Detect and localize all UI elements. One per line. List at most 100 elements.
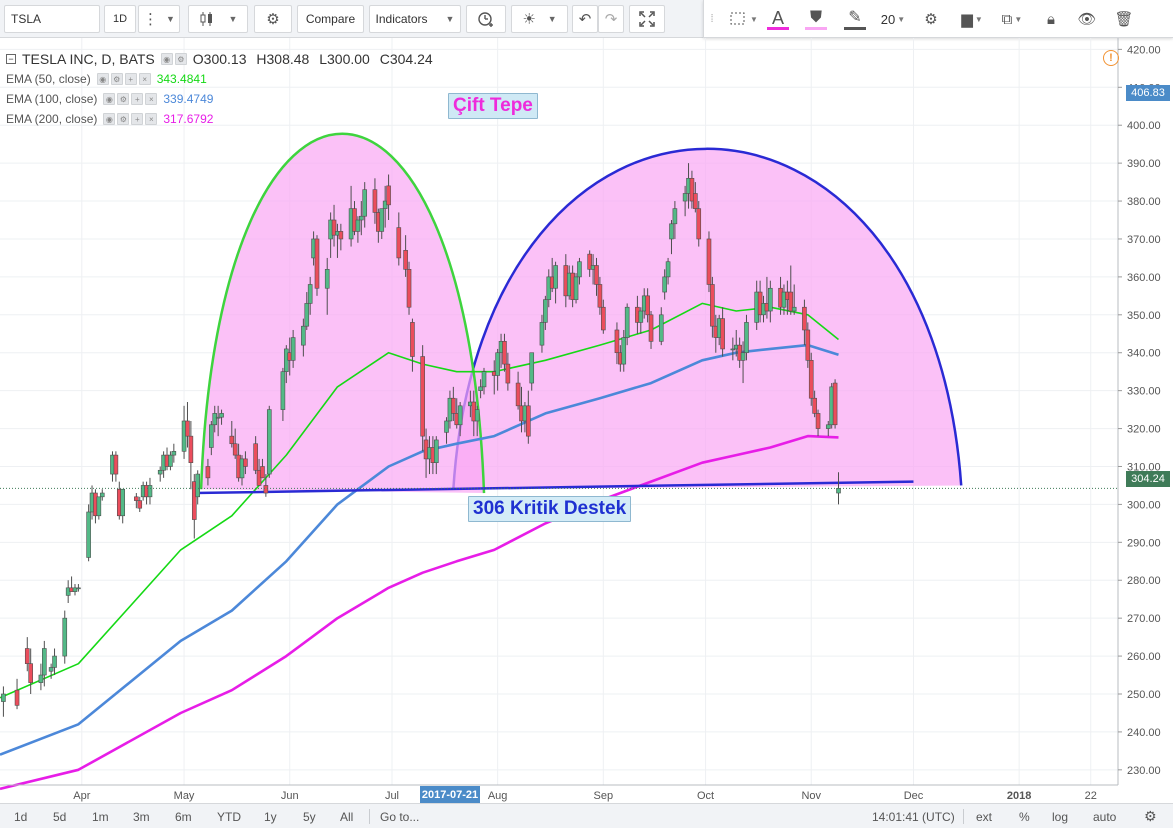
symbol-input[interactable]: TSLA	[4, 5, 100, 33]
range-all[interactable]: All	[340, 808, 353, 825]
candle-body	[451, 397, 456, 414]
log-toggle[interactable]: log	[1052, 808, 1068, 825]
candle-body	[706, 238, 712, 285]
candle-body	[662, 276, 667, 293]
font-size-dropdown[interactable]: 20 ▼	[877, 6, 909, 32]
candle-body	[825, 424, 831, 429]
range-6m[interactable]: 6m	[175, 808, 192, 825]
candle-body	[836, 488, 841, 494]
more-icon[interactable]: +	[124, 73, 137, 85]
percent-toggle[interactable]: %	[1019, 808, 1030, 825]
gear-icon[interactable]: ⚙	[110, 73, 123, 85]
candle-body	[406, 269, 412, 308]
candle-body	[791, 306, 797, 312]
candle-body	[553, 265, 558, 289]
support-annotation[interactable]: 306 Kritik Destek	[468, 496, 632, 522]
lock-button[interactable]: 🔒︎	[1036, 6, 1066, 32]
close-icon[interactable]: ×	[145, 113, 158, 125]
visibility-button[interactable]: 👁︎	[1072, 6, 1102, 32]
text-color-swatch	[767, 26, 789, 30]
candle-body	[14, 689, 20, 706]
close-icon[interactable]: ×	[145, 93, 158, 105]
candle-body	[672, 208, 678, 225]
fill-color-icon: ⛊	[809, 8, 822, 26]
close-icon[interactable]: ×	[138, 73, 151, 85]
chevron-down-icon: ▼	[974, 14, 983, 24]
delete-button[interactable]: 🗑︎	[1109, 6, 1139, 32]
candle-body	[396, 227, 402, 259]
candle-body	[539, 322, 545, 346]
close-value: C304.24	[379, 51, 433, 67]
gear-icon[interactable]: ⚙	[1144, 808, 1157, 825]
compare-label: Compare	[305, 12, 356, 26]
collapse-icon[interactable]: −	[6, 54, 16, 64]
y-tick-label: 390.00	[1127, 158, 1161, 170]
candle-body	[624, 306, 630, 338]
candle-body	[219, 413, 224, 418]
more-icon[interactable]: +	[131, 93, 144, 105]
clone-icon: ⧉	[1001, 10, 1013, 28]
text-color-button[interactable]: A	[762, 6, 794, 32]
candle	[62, 610, 68, 664]
symbol-text: TSLA	[11, 12, 42, 26]
bottom-toolbar: 1d 5d 1m 3m 6m YTD 1y 5y All Go to... 14…	[0, 803, 1173, 828]
ext-toggle[interactable]: ext	[976, 808, 992, 825]
fill-color-button[interactable]: ⛊	[800, 6, 832, 32]
drawing-settings-button[interactable]: ⚙	[916, 6, 946, 32]
candle-body	[457, 405, 463, 426]
chart-settings-button[interactable]: ⚙	[254, 5, 292, 33]
candle-body	[48, 667, 54, 672]
eye-icon[interactable]: ◉	[103, 113, 116, 125]
more-icon[interactable]: +	[131, 113, 144, 125]
gear-icon[interactable]: ⚙	[117, 113, 130, 125]
candle	[420, 345, 425, 452]
y-tick-label: 380.00	[1127, 196, 1161, 208]
candle-body	[195, 473, 200, 498]
indicators-button[interactable]: Indicators ▼	[369, 5, 461, 33]
compare-button[interactable]: Compare	[297, 5, 364, 33]
auto-toggle[interactable]: auto	[1093, 808, 1116, 825]
pattern-annotation[interactable]: Çift Tepe	[448, 93, 538, 119]
eye-icon[interactable]: ◉	[96, 73, 109, 85]
candle-body	[410, 322, 415, 357]
template-button[interactable]: ▆ ▼	[954, 6, 990, 32]
current-price-tag: 304.24	[1126, 471, 1170, 487]
range-1m[interactable]: 1m	[92, 808, 109, 825]
redo-button[interactable]: ↷	[598, 5, 624, 33]
candle-body	[744, 322, 749, 354]
range-5y[interactable]: 5y	[303, 808, 316, 825]
study-value: 339.4749	[163, 92, 214, 106]
y-tick-label: 320.00	[1127, 424, 1161, 436]
y-tick-label: 340.00	[1127, 348, 1161, 360]
range-ytd[interactable]: YTD	[217, 808, 241, 825]
interval-menu-button[interactable]: ⋮ ▼	[138, 5, 180, 33]
line-color-button[interactable]: ✎	[839, 6, 871, 32]
eye-icon[interactable]: ◉	[103, 93, 116, 105]
eye-icon[interactable]: ◉	[160, 53, 173, 65]
goto-button[interactable]: Go to...	[380, 808, 419, 825]
clone-button[interactable]: ⧉ ▼	[994, 6, 1030, 32]
alert-button[interactable]	[466, 5, 506, 33]
price-chart[interactable]: 230.00 240.00 250.00 260.00 270.00 280.00 290.…	[0, 38, 1173, 803]
range-1d[interactable]: 1d	[14, 808, 27, 825]
fullscreen-button[interactable]	[629, 5, 665, 33]
divider	[369, 809, 370, 824]
x-tick-label: 22	[1085, 790, 1097, 802]
undo-button[interactable]: ↶	[572, 5, 598, 33]
range-3m[interactable]: 3m	[133, 808, 150, 825]
candle-body	[209, 424, 214, 448]
gear-icon[interactable]: ⚙	[117, 93, 130, 105]
candle-body	[38, 674, 44, 683]
gear-icon[interactable]: ⚙	[174, 53, 187, 65]
chart-style-button[interactable]: ▼	[188, 5, 248, 33]
drag-handle[interactable]: ⁞	[706, 6, 718, 32]
candle	[706, 231, 712, 293]
interval-button[interactable]: 1D	[104, 5, 136, 33]
warning-icon[interactable]: !	[1103, 50, 1119, 66]
candle-body	[205, 466, 211, 479]
range-1y[interactable]: 1y	[264, 808, 277, 825]
ideas-button[interactable]: ☀ ▼	[511, 5, 568, 33]
undo-icon: ↶	[578, 11, 592, 28]
range-5d[interactable]: 5d	[53, 808, 66, 825]
selection-button[interactable]: ▼	[724, 6, 764, 32]
